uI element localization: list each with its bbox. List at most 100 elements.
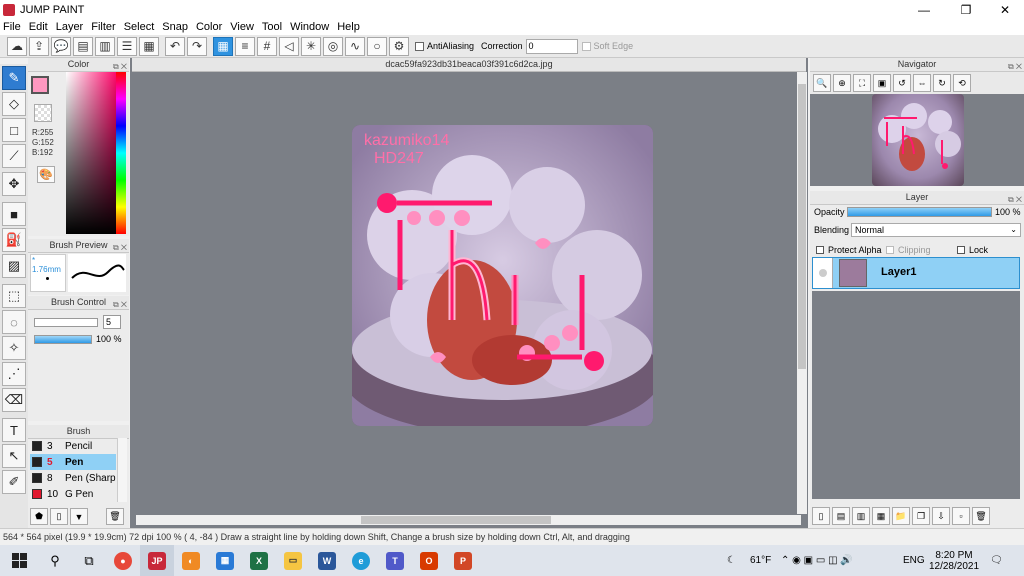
menu-select[interactable]: Select	[124, 21, 155, 33]
cloud-icon[interactable]: ☁	[7, 36, 27, 56]
chrome-icon[interactable]: ●	[106, 545, 140, 576]
lock-checkbox[interactable]: Lock	[957, 245, 988, 255]
teams-icon[interactable]: T	[378, 545, 412, 576]
fit-window-icon[interactable]: ⛶	[853, 74, 871, 92]
antialiasing-checkbox[interactable]	[415, 41, 424, 51]
note-icon[interactable]: ▤	[73, 36, 93, 56]
brush-tool-icon[interactable]: ⬟	[30, 508, 48, 525]
excel-icon[interactable]: X	[242, 545, 276, 576]
merge-layer-icon[interactable]: ⇩	[932, 507, 950, 525]
list-icon[interactable]: ☰	[117, 36, 137, 56]
layer-row[interactable]: Layer1	[812, 257, 1020, 289]
language-indicator[interactable]: ENG	[903, 545, 925, 576]
paint-app-icon[interactable]: ◐	[174, 545, 208, 576]
jump-paint-taskbar-icon[interactable]: JP	[140, 545, 174, 576]
delete-layer-icon[interactable]: 🗑	[972, 507, 990, 525]
navigator-thumbnail[interactable]	[872, 94, 964, 186]
menu-tool[interactable]: Tool	[262, 21, 282, 33]
eyedropper-icon[interactable]: ✐	[2, 470, 26, 494]
store-icon[interactable]: ▦	[208, 545, 242, 576]
actual-size-icon[interactable]: ▣	[873, 74, 891, 92]
menu-window[interactable]: Window	[290, 21, 329, 33]
foreground-color-swatch[interactable]	[31, 76, 49, 94]
brush-size-slider[interactable]	[34, 318, 98, 327]
rotate-left-icon[interactable]: ↺	[893, 74, 911, 92]
hue-slider[interactable]	[116, 72, 126, 234]
line-tool-icon[interactable]: ⟋	[2, 144, 26, 168]
brush-opacity-slider[interactable]	[34, 335, 92, 344]
bucket-tool-icon[interactable]: ⛽	[2, 228, 26, 252]
menu-help[interactable]: Help	[337, 21, 360, 33]
menu-edit[interactable]: Edit	[29, 21, 48, 33]
close-button[interactable]: ✕	[986, 0, 1024, 19]
new-layer-8bit-icon[interactable]: ▤	[832, 507, 850, 525]
office-icon[interactable]: O	[412, 545, 446, 576]
gradient-tool-icon[interactable]: ▨	[2, 254, 26, 278]
system-tray-icons[interactable]: ⌃ ◉ ▣ ▭ ◫ 🔊	[781, 545, 853, 576]
task-view-icon[interactable]: ⧉	[72, 545, 106, 576]
flip-icon[interactable]: ⇔	[913, 74, 931, 92]
saturation-value-picker[interactable]	[66, 72, 116, 234]
menu-file[interactable]: File	[3, 21, 21, 33]
menu-color[interactable]: Color	[196, 21, 222, 33]
restore-button[interactable]: ❐	[947, 0, 985, 19]
snap-parallel-icon[interactable]: ≡	[235, 36, 255, 56]
settings-icon[interactable]: ⚙	[389, 36, 409, 56]
zoom-out-icon[interactable]: 🔍	[813, 74, 831, 92]
layer-opacity-slider[interactable]	[847, 207, 992, 217]
brush-item[interactable]: 8 Pen (Sharp	[30, 470, 116, 486]
duplicate-layer-icon[interactable]: ❐	[912, 507, 930, 525]
document-tab[interactable]: dcac59fa923db31beaca03f391c6d2ca.jpg	[132, 58, 806, 72]
blending-select[interactable]: Normal ⌄	[851, 223, 1021, 237]
select-rect-icon[interactable]: ⬚	[2, 284, 26, 308]
search-icon[interactable]: ⚲	[38, 545, 72, 576]
document-icon[interactable]: ▥	[95, 36, 115, 56]
soft-edge-checkbox[interactable]	[581, 41, 591, 51]
protect-alpha-checkbox[interactable]: Protect Alpha	[816, 245, 882, 255]
clock[interactable]: 8:20 PM 12/28/2021	[929, 545, 979, 576]
rectangle-tool-icon[interactable]: □	[2, 118, 26, 142]
new-folder-icon[interactable]: 📁	[892, 507, 910, 525]
canvas-artwork[interactable]: kazumiko14 HD247	[352, 125, 653, 426]
brush-item[interactable]: 10 G Pen	[30, 486, 116, 502]
new-brush-icon[interactable]: ▯	[50, 508, 68, 525]
notification-icon[interactable]: 🗨	[990, 545, 1003, 576]
grid-icon[interactable]: ▦	[139, 36, 159, 56]
reset-view-icon[interactable]: ⟲	[953, 74, 971, 92]
redo-icon[interactable]: ↷	[187, 36, 207, 56]
select-eraser-icon[interactable]: ⌫	[2, 388, 26, 412]
file-explorer-icon[interactable]: ▭	[276, 545, 310, 576]
operation-tool-icon[interactable]: ↖	[2, 444, 26, 468]
brush-size-input[interactable]: 5	[103, 315, 121, 329]
brush-item-selected[interactable]: 5 Pen	[30, 454, 116, 470]
clipping-checkbox[interactable]: Clipping	[886, 245, 931, 255]
pen-tool-icon[interactable]: ✎	[2, 66, 26, 90]
menu-snap[interactable]: Snap	[162, 21, 188, 33]
minimize-button[interactable]: —	[905, 0, 943, 19]
transparent-color-swatch[interactable]	[34, 104, 52, 122]
correction-select[interactable]: 0	[525, 38, 578, 54]
brush-settings-icon[interactable]: ▼	[70, 508, 88, 525]
rotate-right-icon[interactable]: ↻	[933, 74, 951, 92]
share-icon[interactable]: ⇪	[29, 36, 49, 56]
layer-visibility-toggle[interactable]	[813, 258, 833, 288]
delete-brush-icon[interactable]: 🗑	[106, 508, 124, 525]
move-tool-icon[interactable]: ✥	[2, 172, 26, 196]
snap-curve-icon[interactable]: ∿	[345, 36, 365, 56]
snap-radial-icon[interactable]: ✳	[301, 36, 321, 56]
comment-icon[interactable]: 💬	[51, 36, 71, 56]
menu-filter[interactable]: Filter	[91, 21, 115, 33]
clear-layer-icon[interactable]: ▫	[952, 507, 970, 525]
snap-ellipse-icon[interactable]: ○	[367, 36, 387, 56]
windows-start-icon[interactable]	[0, 545, 38, 576]
zoom-in-icon[interactable]: ⊕	[833, 74, 851, 92]
word-icon[interactable]: W	[310, 545, 344, 576]
brush-item[interactable]: 3 Pencil	[30, 438, 116, 454]
edge-icon[interactable]: e	[344, 545, 378, 576]
eraser-tool-icon[interactable]: ◇	[2, 92, 26, 116]
menu-view[interactable]: View	[230, 21, 254, 33]
snap-grid-icon[interactable]: #	[257, 36, 277, 56]
weather-icon[interactable]: ☾	[727, 545, 736, 576]
magic-wand-icon[interactable]: ✧	[2, 336, 26, 360]
horizontal-scrollbar[interactable]	[136, 515, 801, 525]
